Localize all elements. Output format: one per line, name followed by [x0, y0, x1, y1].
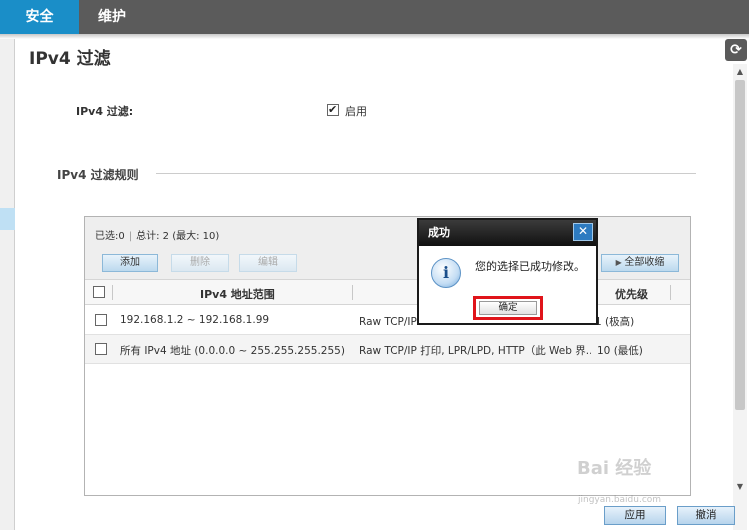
- ok-button[interactable]: 确定: [479, 301, 537, 315]
- ipv4-filter-label: IPv4 过滤:: [76, 105, 134, 118]
- column-divider: [670, 285, 671, 300]
- column-divider: [112, 285, 113, 300]
- baidu-watermark-logo: Bai 经验: [577, 458, 652, 479]
- row-checkbox[interactable]: [95, 314, 107, 326]
- topbar-shadow: [0, 34, 749, 39]
- column-header-priority[interactable]: 优先级: [615, 286, 648, 302]
- collapse-all-label: 全部收缩: [624, 257, 665, 268]
- delete-button[interactable]: 删除: [171, 254, 229, 272]
- total-count: 总计: 2 (最大: 10): [136, 231, 220, 242]
- left-sidebar-strip: [0, 39, 15, 530]
- collapse-all-button[interactable]: ▶ 全部收缩: [601, 254, 679, 272]
- close-icon[interactable]: ✕: [573, 223, 593, 241]
- table-toolbar: 已选:0 | 总计: 2 (最大: 10) 添加 删除 编辑 ▶ 全部收缩: [85, 217, 690, 279]
- enable-checkbox[interactable]: [327, 103, 339, 116]
- table-header-row: IPv4 地址范围 优先级: [85, 279, 690, 305]
- section-divider: [156, 173, 696, 174]
- left-sidebar-selected-marker[interactable]: [0, 208, 15, 230]
- refresh-icon[interactable]: ⟳: [725, 39, 747, 61]
- rules-section-title: IPv4 过滤规则: [57, 168, 139, 182]
- scrollbar-thumb[interactable]: [735, 80, 745, 410]
- enable-label: 启用: [345, 105, 367, 118]
- scroll-up-arrow-icon[interactable]: ▲: [735, 67, 745, 77]
- dialog-title: 成功: [419, 220, 596, 246]
- cell-priority: 10 (最低): [597, 345, 643, 357]
- ok-button-highlight: 确定: [473, 296, 543, 320]
- tab-security[interactable]: 安全: [0, 0, 79, 34]
- top-navigation-bar: 安全 维护: [0, 0, 749, 34]
- scroll-down-arrow-icon[interactable]: ▼: [735, 482, 745, 492]
- page-title: IPv4 过滤: [29, 49, 111, 69]
- tab-maintenance[interactable]: 维护: [79, 0, 145, 34]
- cancel-button[interactable]: 撤消: [677, 506, 735, 525]
- selected-count: 0: [118, 231, 125, 242]
- column-divider: [352, 285, 353, 300]
- count-separator: |: [128, 231, 133, 242]
- apply-button[interactable]: 应用: [604, 506, 666, 525]
- baidu-watermark-url: jingyan.baidu.com: [578, 495, 662, 505]
- selection-counts: 已选:0 | 总计: 2 (最大: 10): [95, 227, 219, 242]
- cell-protocol: Raw TCP/IP 打: [359, 316, 417, 328]
- row-checkbox[interactable]: [95, 343, 107, 355]
- info-icon: i: [431, 258, 461, 288]
- cell-address-range: 所有 IPv4 地址 (0.0.0.0 ~ 255.255.255.255): [120, 345, 345, 357]
- table-row[interactable]: 所有 IPv4 地址 (0.0.0.0 ~ 255.255.255.255) R…: [85, 335, 690, 364]
- column-header-address-range[interactable]: IPv4 地址范围: [200, 286, 275, 302]
- dialog-message: 您的选择已成功修改。: [475, 260, 585, 273]
- selected-label: 已选:: [95, 231, 119, 242]
- cell-protocol: Raw TCP/IP 打印, LPR/LPD, HTTP（此 Web 界...: [359, 345, 591, 357]
- edit-button[interactable]: 编辑: [239, 254, 297, 272]
- success-dialog: 成功 ✕ i 您的选择已成功修改。 确定: [417, 218, 598, 325]
- select-all-checkbox[interactable]: [93, 286, 105, 298]
- add-button[interactable]: 添加: [102, 254, 158, 272]
- table-row[interactable]: 192.168.1.2 ~ 192.168.1.99 Raw TCP/IP 打 …: [85, 306, 690, 335]
- cell-priority: 1 (极高): [595, 316, 635, 328]
- cell-address-range: 192.168.1.2 ~ 192.168.1.99: [120, 314, 270, 326]
